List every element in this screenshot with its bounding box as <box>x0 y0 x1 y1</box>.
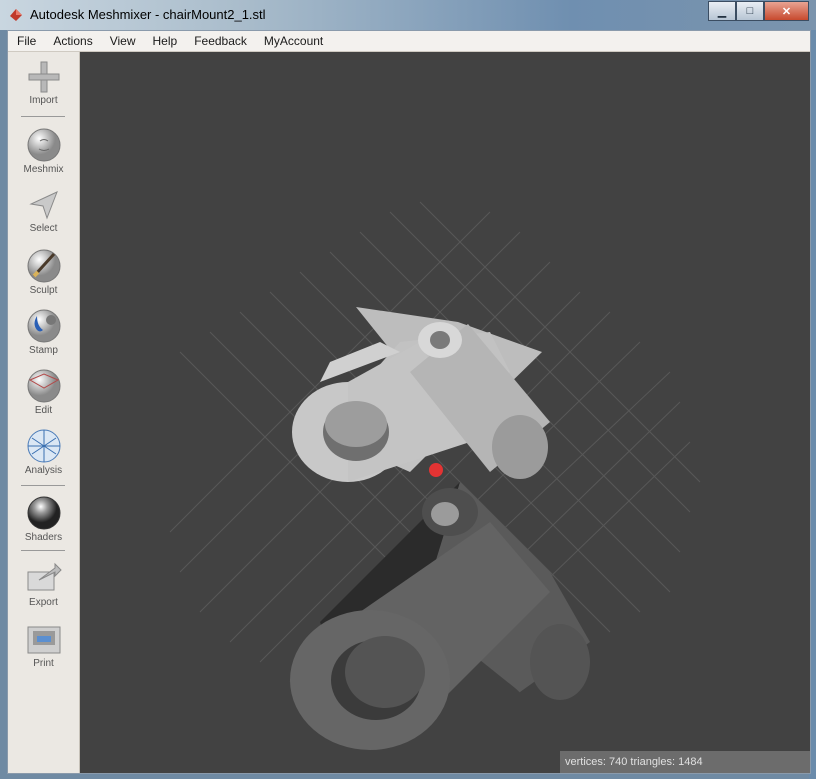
arrow-pointer-icon <box>28 191 58 220</box>
face-sphere-icon <box>27 128 60 162</box>
mesh-sphere-icon <box>27 429 60 463</box>
divider <box>21 550 65 551</box>
stamp-sphere-icon <box>27 309 60 343</box>
divider <box>21 485 65 486</box>
pivot-marker[interactable] <box>429 463 443 477</box>
tool-import-label: Import <box>29 95 58 106</box>
menu-file[interactable]: File <box>8 31 44 51</box>
maximize-button[interactable]: □ <box>736 1 764 21</box>
tool-stamp-button[interactable]: Stamp <box>8 308 79 356</box>
tool-edit-button[interactable]: Edit <box>8 368 79 416</box>
brush-sphere-icon <box>27 249 60 283</box>
tool-import-button[interactable]: Import <box>8 60 79 106</box>
chrome-sphere-icon <box>27 496 60 530</box>
tool-edit-label: Edit <box>34 405 53 416</box>
tool-sidebar: Import Meshmix Select Sculpt Stamp Edit … <box>8 52 80 773</box>
minimize-button[interactable]: ▁ <box>708 1 736 21</box>
menu-feedback[interactable]: Feedback <box>185 31 255 51</box>
app-frame: File Actions View Help Feedback MyAccoun… <box>7 30 811 774</box>
scene-canvas <box>169 201 701 750</box>
tool-analysis-label: Analysis <box>24 465 63 476</box>
menu-help[interactable]: Help <box>144 31 186 51</box>
tool-stamp-label: Stamp <box>29 345 58 356</box>
menu-actions[interactable]: Actions <box>44 31 100 51</box>
tool-select-label: Select <box>29 223 58 234</box>
3d-viewport[interactable]: vertices: 740 triangles: 1484 <box>80 52 810 773</box>
close-button[interactable]: ✕ <box>764 1 809 21</box>
meshmixer-logo-icon <box>10 9 22 21</box>
printer-icon <box>27 626 60 654</box>
tool-print-label: Print <box>33 658 54 669</box>
menu-view[interactable]: View <box>101 31 144 51</box>
menu-bar: File Actions View Help Feedback MyAccoun… <box>8 31 810 52</box>
tool-export-label: Export <box>29 597 58 608</box>
title-bar: Autodesk Meshmixer - chairMount2_1.stl ▁… <box>0 0 816 30</box>
tool-meshmix-label: Meshmix <box>23 164 64 175</box>
tool-meshmix-button[interactable]: Meshmix <box>8 127 79 175</box>
tool-shaders-label: Shaders <box>24 532 63 543</box>
tool-select-button[interactable]: Select <box>8 188 79 234</box>
tool-sculpt-label: Sculpt <box>29 285 58 296</box>
wireframe-sphere-icon <box>27 369 60 403</box>
window-title: Autodesk Meshmixer - chairMount2_1.stl <box>30 7 266 22</box>
divider <box>21 116 65 117</box>
tool-analysis-button[interactable]: Analysis <box>8 428 79 476</box>
tool-shaders-button[interactable]: Shaders <box>8 495 79 543</box>
tool-export-button[interactable]: Export <box>8 562 79 608</box>
status-bar: vertices: 740 triangles: 1484 <box>560 751 810 773</box>
tool-print-button[interactable]: Print <box>8 623 79 669</box>
tool-sculpt-button[interactable]: Sculpt <box>8 248 79 296</box>
export-arrow-icon <box>27 562 62 591</box>
window-controls: ▁ □ ✕ <box>708 1 809 21</box>
dark-part <box>290 482 590 750</box>
plus-icon <box>28 61 59 93</box>
menu-myaccount[interactable]: MyAccount <box>255 31 331 51</box>
